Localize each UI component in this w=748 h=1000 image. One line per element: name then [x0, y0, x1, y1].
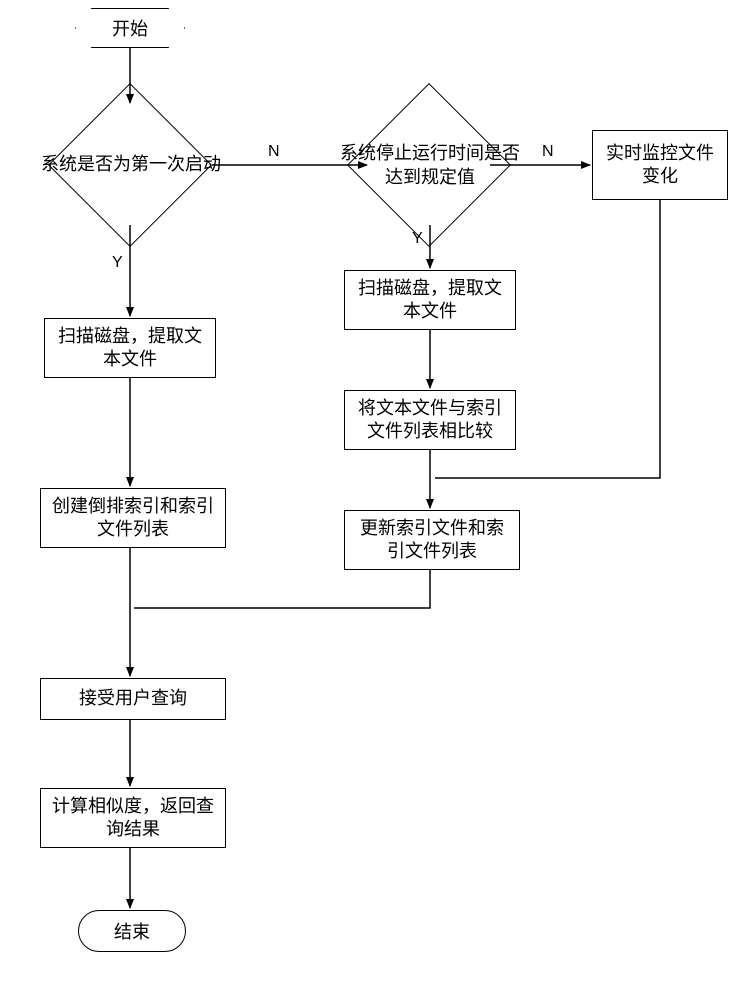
scan-left-text: 扫描磁盘，提取文 本文件	[58, 325, 202, 372]
end-node: 结束	[78, 910, 186, 952]
flowchart-canvas: 开始 系统是否为第一次启动 系统停止运行时间是否 达到规定值 实时监控文件 变化…	[0, 0, 748, 1000]
calc-text: 计算相似度，返回查 询结果	[52, 795, 214, 842]
accept-query-box: 接受用户查询	[40, 678, 226, 720]
update-text: 更新索引文件和索 引文件列表	[360, 517, 504, 564]
d1-y-label: Y	[112, 254, 123, 272]
accept-text: 接受用户查询	[79, 687, 187, 710]
monitor-box: 实时监控文件 变化	[592, 130, 728, 200]
decision-first-start-text: 系统是否为第一次启动	[36, 130, 226, 200]
d2-text: 系统停止运行时间是否 达到规定值	[340, 142, 520, 189]
d1-text: 系统是否为第一次启动	[41, 153, 221, 176]
d2-n-label: N	[542, 143, 554, 161]
create-index-box: 创建倒排索引和索引 文件列表	[40, 488, 226, 548]
compare-text: 将文本文件与索引 文件列表相比较	[358, 397, 502, 444]
scan-right-text: 扫描磁盘，提取文 本文件	[358, 277, 502, 324]
create-index-text: 创建倒排索引和索引 文件列表	[52, 495, 214, 542]
start-label: 开始	[112, 15, 148, 41]
update-index-box: 更新索引文件和索 引文件列表	[344, 510, 520, 570]
monitor-text: 实时监控文件 变化	[606, 142, 714, 189]
decision-stop-time-text: 系统停止运行时间是否 达到规定值	[320, 128, 540, 203]
d2-y-label: Y	[412, 230, 423, 248]
d1-n-label: N	[268, 143, 280, 161]
calc-similarity-box: 计算相似度，返回查 询结果	[40, 788, 226, 848]
scan-right-box: 扫描磁盘，提取文 本文件	[344, 270, 516, 330]
end-label: 结束	[114, 918, 150, 944]
start-node: 开始	[75, 8, 185, 48]
compare-box: 将文本文件与索引 文件列表相比较	[344, 390, 516, 450]
scan-left-box: 扫描磁盘，提取文 本文件	[44, 318, 216, 378]
